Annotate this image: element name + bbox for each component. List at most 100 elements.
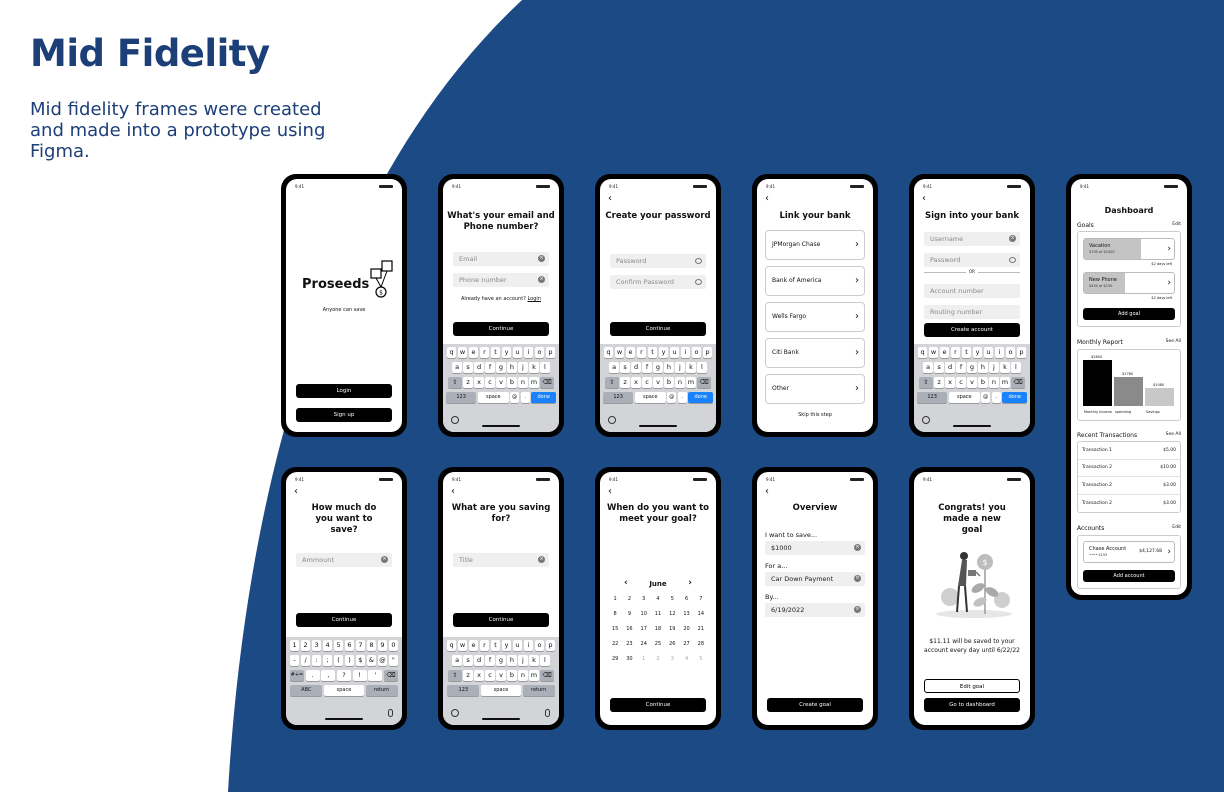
key[interactable]: - [289, 655, 300, 666]
key[interactable]: @ [377, 655, 388, 666]
key[interactable]: s [934, 362, 944, 373]
key[interactable]: i [523, 347, 534, 358]
microphone-icon[interactable] [545, 709, 550, 717]
key[interactable]: y [972, 347, 983, 358]
numbers-key[interactable]: 123 [602, 392, 634, 403]
key[interactable]: t [647, 347, 658, 358]
calendar-day[interactable]: 3 [637, 592, 651, 607]
backspace-icon[interactable]: ⌫ [384, 670, 399, 681]
calendar-day[interactable]: 1 [608, 592, 622, 607]
space-key[interactable]: space [478, 392, 509, 403]
key[interactable]: w [457, 347, 468, 358]
see-all-transactions-link[interactable]: See All [1166, 432, 1181, 439]
purpose-field[interactable]: Car Down Payment × [765, 572, 865, 586]
key[interactable]: g [967, 362, 977, 373]
key[interactable]: b [978, 377, 988, 388]
key[interactable]: g [496, 655, 506, 666]
calendar-day[interactable]: 18 [651, 622, 665, 637]
key[interactable]: b [507, 377, 517, 388]
shift-icon[interactable]: ⇧ [604, 377, 619, 388]
globe-icon[interactable] [608, 416, 616, 424]
phone-input[interactable]: Phone number × [453, 273, 549, 287]
goal-item[interactable]: New Phone $450 of $150 › [1083, 272, 1175, 294]
account-item[interactable]: Chase Account •••• 4153 $4,127.68 › [1083, 541, 1175, 563]
key[interactable]: u [512, 347, 523, 358]
password-input[interactable]: Password [924, 253, 1020, 267]
key[interactable]: l [540, 362, 550, 373]
key[interactable]: c [956, 377, 966, 388]
clear-icon[interactable]: × [381, 556, 388, 563]
transaction-row[interactable]: Transaction 2 $3.00 [1078, 495, 1180, 513]
calendar-day[interactable]: 29 [608, 652, 622, 667]
calendar-day[interactable]: 2 [622, 592, 636, 607]
key[interactable]: b [507, 670, 517, 681]
calendar-day[interactable]: 20 [679, 622, 693, 637]
key[interactable]: i [523, 640, 534, 651]
at-key[interactable]: @ [667, 392, 677, 403]
calendar-day[interactable]: 2 [651, 652, 665, 667]
key[interactable]: a [609, 362, 619, 373]
continue-button[interactable]: Continue [610, 322, 706, 336]
back-arrow-icon[interactable]: ‹ [922, 194, 926, 204]
key[interactable]: d [474, 655, 484, 666]
calendar-day[interactable]: 5 [665, 592, 679, 607]
abc-key[interactable]: ABC [290, 685, 323, 696]
numbers-key[interactable]: 123 [447, 685, 480, 696]
key[interactable]: q [446, 347, 457, 358]
key[interactable]: z [463, 670, 473, 681]
key[interactable]: ! [352, 670, 367, 681]
edit-goals-link[interactable]: Edit [1172, 222, 1181, 229]
key[interactable]: s [463, 655, 473, 666]
key[interactable]: m [529, 377, 539, 388]
email-input[interactable]: Email × [453, 252, 549, 266]
edit-goal-button[interactable]: Edit goal [924, 679, 1020, 693]
calendar-day[interactable]: 4 [651, 592, 665, 607]
dot-key[interactable]: . [991, 392, 1001, 403]
key[interactable]: q [603, 347, 614, 358]
key[interactable]: f [956, 362, 966, 373]
key[interactable]: d [474, 362, 484, 373]
account-number-input[interactable]: Account number [924, 284, 1020, 298]
continue-button[interactable]: Continue [453, 613, 549, 627]
key[interactable]: j [518, 362, 528, 373]
bank-option[interactable]: Citi Bank › [765, 338, 865, 368]
key[interactable]: s [463, 362, 473, 373]
key[interactable]: r [479, 347, 490, 358]
key[interactable]: y [658, 347, 669, 358]
key[interactable]: e [468, 640, 479, 651]
continue-button[interactable]: Continue [453, 322, 549, 336]
key[interactable]: k [529, 362, 539, 373]
bank-option[interactable]: Other › [765, 374, 865, 404]
see-all-report-link[interactable]: See All [1166, 339, 1181, 346]
clear-icon[interactable]: × [538, 276, 545, 283]
calendar-day[interactable]: 28 [694, 637, 708, 652]
key[interactable]: ( [333, 655, 344, 666]
key[interactable]: z [934, 377, 944, 388]
eye-icon[interactable] [695, 258, 702, 264]
chevron-right-icon[interactable]: › [688, 578, 692, 588]
key[interactable]: d [631, 362, 641, 373]
calendar-day[interactable]: 3 [665, 652, 679, 667]
calendar-day[interactable]: 10 [637, 607, 651, 622]
bank-option[interactable]: Wells Fargo › [765, 302, 865, 332]
calendar-day[interactable]: 26 [665, 637, 679, 652]
create-goal-button[interactable]: Create goal [767, 698, 863, 712]
key[interactable]: u [512, 640, 523, 651]
chevron-left-icon[interactable]: ‹ [624, 578, 628, 588]
key[interactable]: $ [355, 655, 366, 666]
calendar-day[interactable]: 9 [622, 607, 636, 622]
key[interactable]: p [545, 347, 556, 358]
key[interactable]: : [311, 655, 322, 666]
key[interactable]: o [1005, 347, 1016, 358]
key[interactable]: o [534, 640, 545, 651]
backspace-icon[interactable]: ⌫ [540, 670, 555, 681]
key[interactable]: n [989, 377, 999, 388]
key[interactable]: v [967, 377, 977, 388]
key[interactable]: 4 [322, 640, 333, 651]
back-arrow-icon[interactable]: ‹ [294, 487, 298, 497]
key[interactable]: ' [368, 670, 383, 681]
key[interactable]: 6 [344, 640, 355, 651]
edit-accounts-link[interactable]: Edit [1172, 525, 1181, 532]
key[interactable]: h [978, 362, 988, 373]
calendar-day[interactable]: 14 [694, 607, 708, 622]
